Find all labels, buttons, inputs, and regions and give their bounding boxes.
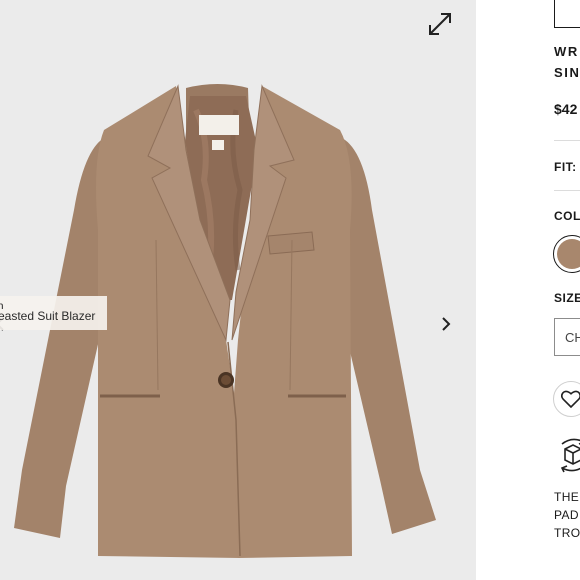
divider bbox=[554, 140, 580, 141]
product-details-panel: WR SIN $42 FIT: COL SIZE CH THE PADI TRO bbox=[476, 0, 580, 580]
product-price: $42 bbox=[554, 101, 578, 117]
chevron-right-icon bbox=[442, 317, 451, 331]
product-title: WR SIN bbox=[554, 41, 580, 83]
size-label: SIZE bbox=[554, 291, 580, 305]
product-info-text: THE PADI TRO bbox=[554, 488, 580, 542]
selected-thumbnail[interactable] bbox=[554, 0, 580, 28]
box-return-icon bbox=[560, 438, 580, 473]
product-title-line-2: SIN bbox=[554, 65, 580, 80]
wishlist-button[interactable] bbox=[553, 381, 580, 417]
blazer-product-image bbox=[14, 84, 436, 558]
colour-label: COL bbox=[554, 209, 580, 223]
product-image-gallery[interactable]: n reasted Suit Blazer bbox=[0, 0, 476, 580]
next-image-button[interactable] bbox=[434, 312, 458, 336]
info-line: TRO bbox=[554, 526, 580, 540]
caption-line-1: n bbox=[0, 299, 4, 309]
product-title-line-1: WR bbox=[554, 44, 579, 59]
colour-swatch bbox=[557, 239, 580, 269]
image-caption: n reasted Suit Blazer bbox=[0, 296, 107, 330]
caption-line-2: reasted Suit Blazer bbox=[0, 309, 96, 323]
expand-arrows-icon bbox=[429, 13, 451, 35]
fit-label: FIT: bbox=[554, 160, 577, 174]
expand-image-button[interactable] bbox=[424, 8, 456, 40]
size-select[interactable]: CH bbox=[554, 318, 580, 356]
colour-swatch-button[interactable] bbox=[553, 235, 580, 273]
heart-icon bbox=[561, 390, 580, 408]
info-line: PADI bbox=[554, 508, 580, 522]
info-line: THE bbox=[554, 490, 580, 504]
divider bbox=[554, 190, 580, 191]
